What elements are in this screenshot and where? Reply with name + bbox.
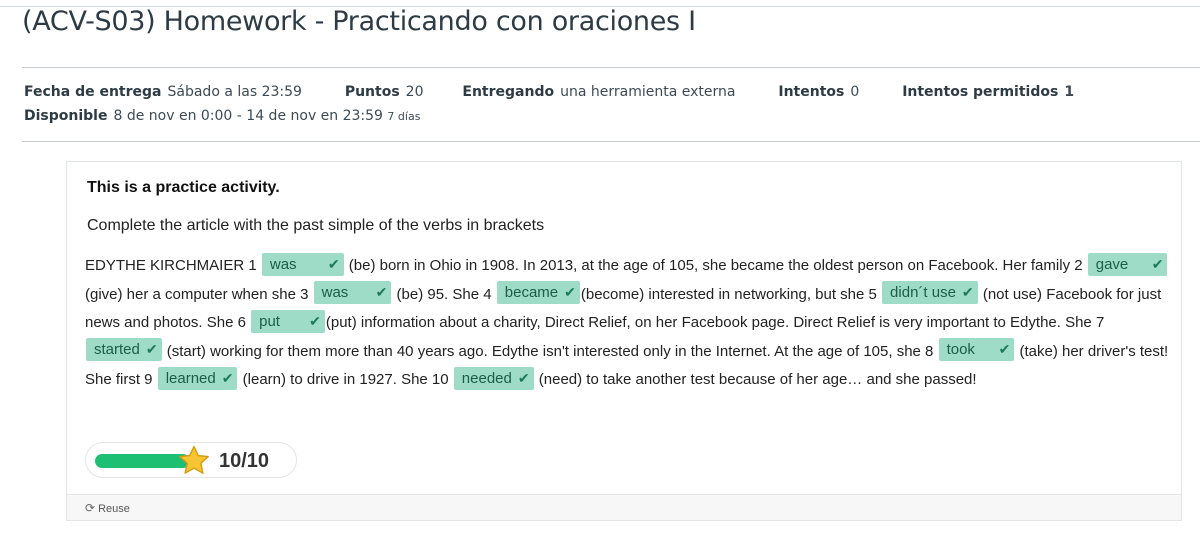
submitting-label: Entregando: [462, 84, 555, 100]
fill-in-text: EDYTHE KIRCHMAIER 1 was ✔ (be) born in Oh…: [85, 252, 1179, 395]
answer-blank-8[interactable]: took ✔: [938, 338, 1015, 362]
answer-blank-7[interactable]: started ✔: [86, 338, 162, 362]
answer-text: didn´t use: [890, 284, 956, 302]
answer-blank-3[interactable]: was ✔: [313, 281, 392, 305]
available-value: 8 de nov en 0:00 - 14 de nov en 23:59: [113, 108, 383, 124]
check-icon: ✔: [1151, 255, 1164, 272]
star-icon: [179, 445, 209, 474]
answer-text: put: [259, 312, 280, 330]
check-icon: ✔: [145, 341, 158, 358]
text-segment: (learn) to drive in 1927. She 10: [242, 371, 449, 389]
submitting-value: una herramienta externa: [560, 84, 736, 100]
answer-blank-4[interactable]: became ✔: [496, 281, 580, 305]
divider: [22, 141, 1200, 142]
text-segment: (put) information about a charity, Direc…: [325, 314, 1105, 332]
available-label: Disponible: [24, 108, 108, 124]
score-bar: 10/10: [85, 442, 297, 478]
assignment-details-row-2: Disponible 8 de nov en 0:00 - 14 de nov e…: [24, 108, 420, 124]
check-icon: ✔: [221, 369, 234, 386]
answer-blank-9[interactable]: learned ✔: [157, 366, 238, 390]
allowed-attempts-value: 1: [1064, 84, 1075, 100]
text-segment: (start) working for them more than 40 ye…: [166, 342, 934, 360]
available-days: 7 días: [387, 110, 421, 123]
check-icon: ✔: [564, 284, 576, 301]
answer-text: became: [504, 284, 559, 302]
answer-text: was: [269, 255, 297, 273]
attempts-label: Intentos: [778, 84, 845, 100]
check-icon: ✔: [327, 255, 340, 272]
activity-instructions: Complete the article with the past simpl…: [87, 217, 545, 234]
reuse-label: Reuse: [98, 503, 130, 515]
assignment-details-row-1: Fecha de entrega Sábado a las 23:59 Punto…: [24, 84, 1074, 100]
text-segment: EDYTHE KIRCHMAIER 1: [85, 257, 257, 274]
due-value: Sábado a las 23:59: [167, 84, 302, 100]
check-icon: ✔: [309, 312, 321, 329]
answer-text: learned: [165, 369, 216, 387]
answer-text: gave: [1095, 255, 1129, 273]
refresh-icon: ⟳: [85, 501, 96, 515]
due-label: Fecha de entrega: [24, 84, 162, 100]
page-title: (ACV-S03) Homework - Practicando con ora…: [22, 6, 696, 37]
activity-heading: This is a practice activity.: [87, 179, 280, 196]
progress-fill: [95, 454, 190, 468]
points-label: Puntos: [344, 84, 400, 100]
attempts-value: 0: [850, 84, 860, 100]
check-icon: ✔: [375, 284, 388, 301]
answer-text: started: [94, 341, 140, 359]
check-icon: ✔: [961, 284, 974, 301]
text-segment: (become) interested in networking, but s…: [580, 285, 877, 303]
answer-blank-6[interactable]: put ✔: [251, 309, 325, 333]
answer-text: took: [946, 341, 975, 359]
progress-track: [95, 454, 190, 468]
text-segment: (need) to take another test because of h…: [538, 371, 977, 389]
score-text: 10/10: [219, 450, 270, 472]
answer-blank-2[interactable]: gave ✔: [1087, 252, 1168, 276]
answer-text: needed: [461, 369, 512, 387]
check-icon: ✔: [998, 341, 1011, 358]
activity-frame: This is a practice activity. Complete th…: [66, 161, 1182, 521]
text-segment: (give) her a computer when she 3: [85, 285, 309, 303]
points-value: 20: [405, 84, 424, 100]
text-segment: (be) 95. She 4: [396, 285, 492, 303]
allowed-attempts-label: Intentos permitidos: [902, 84, 1059, 100]
activity-footer: ⟳ Reuse: [67, 494, 1181, 520]
answer-text: was: [321, 284, 349, 302]
text-segment: (be) born in Ohio in 1908. In 2013, at t…: [348, 257, 1083, 274]
reuse-button[interactable]: ⟳ Reuse: [85, 501, 130, 515]
answer-blank-1[interactable]: was ✔: [261, 252, 344, 276]
check-icon: ✔: [517, 369, 530, 386]
answer-blank-5[interactable]: didn´t use ✔: [882, 281, 978, 305]
divider: [22, 67, 1200, 68]
answer-blank-10[interactable]: needed ✔: [453, 366, 534, 390]
